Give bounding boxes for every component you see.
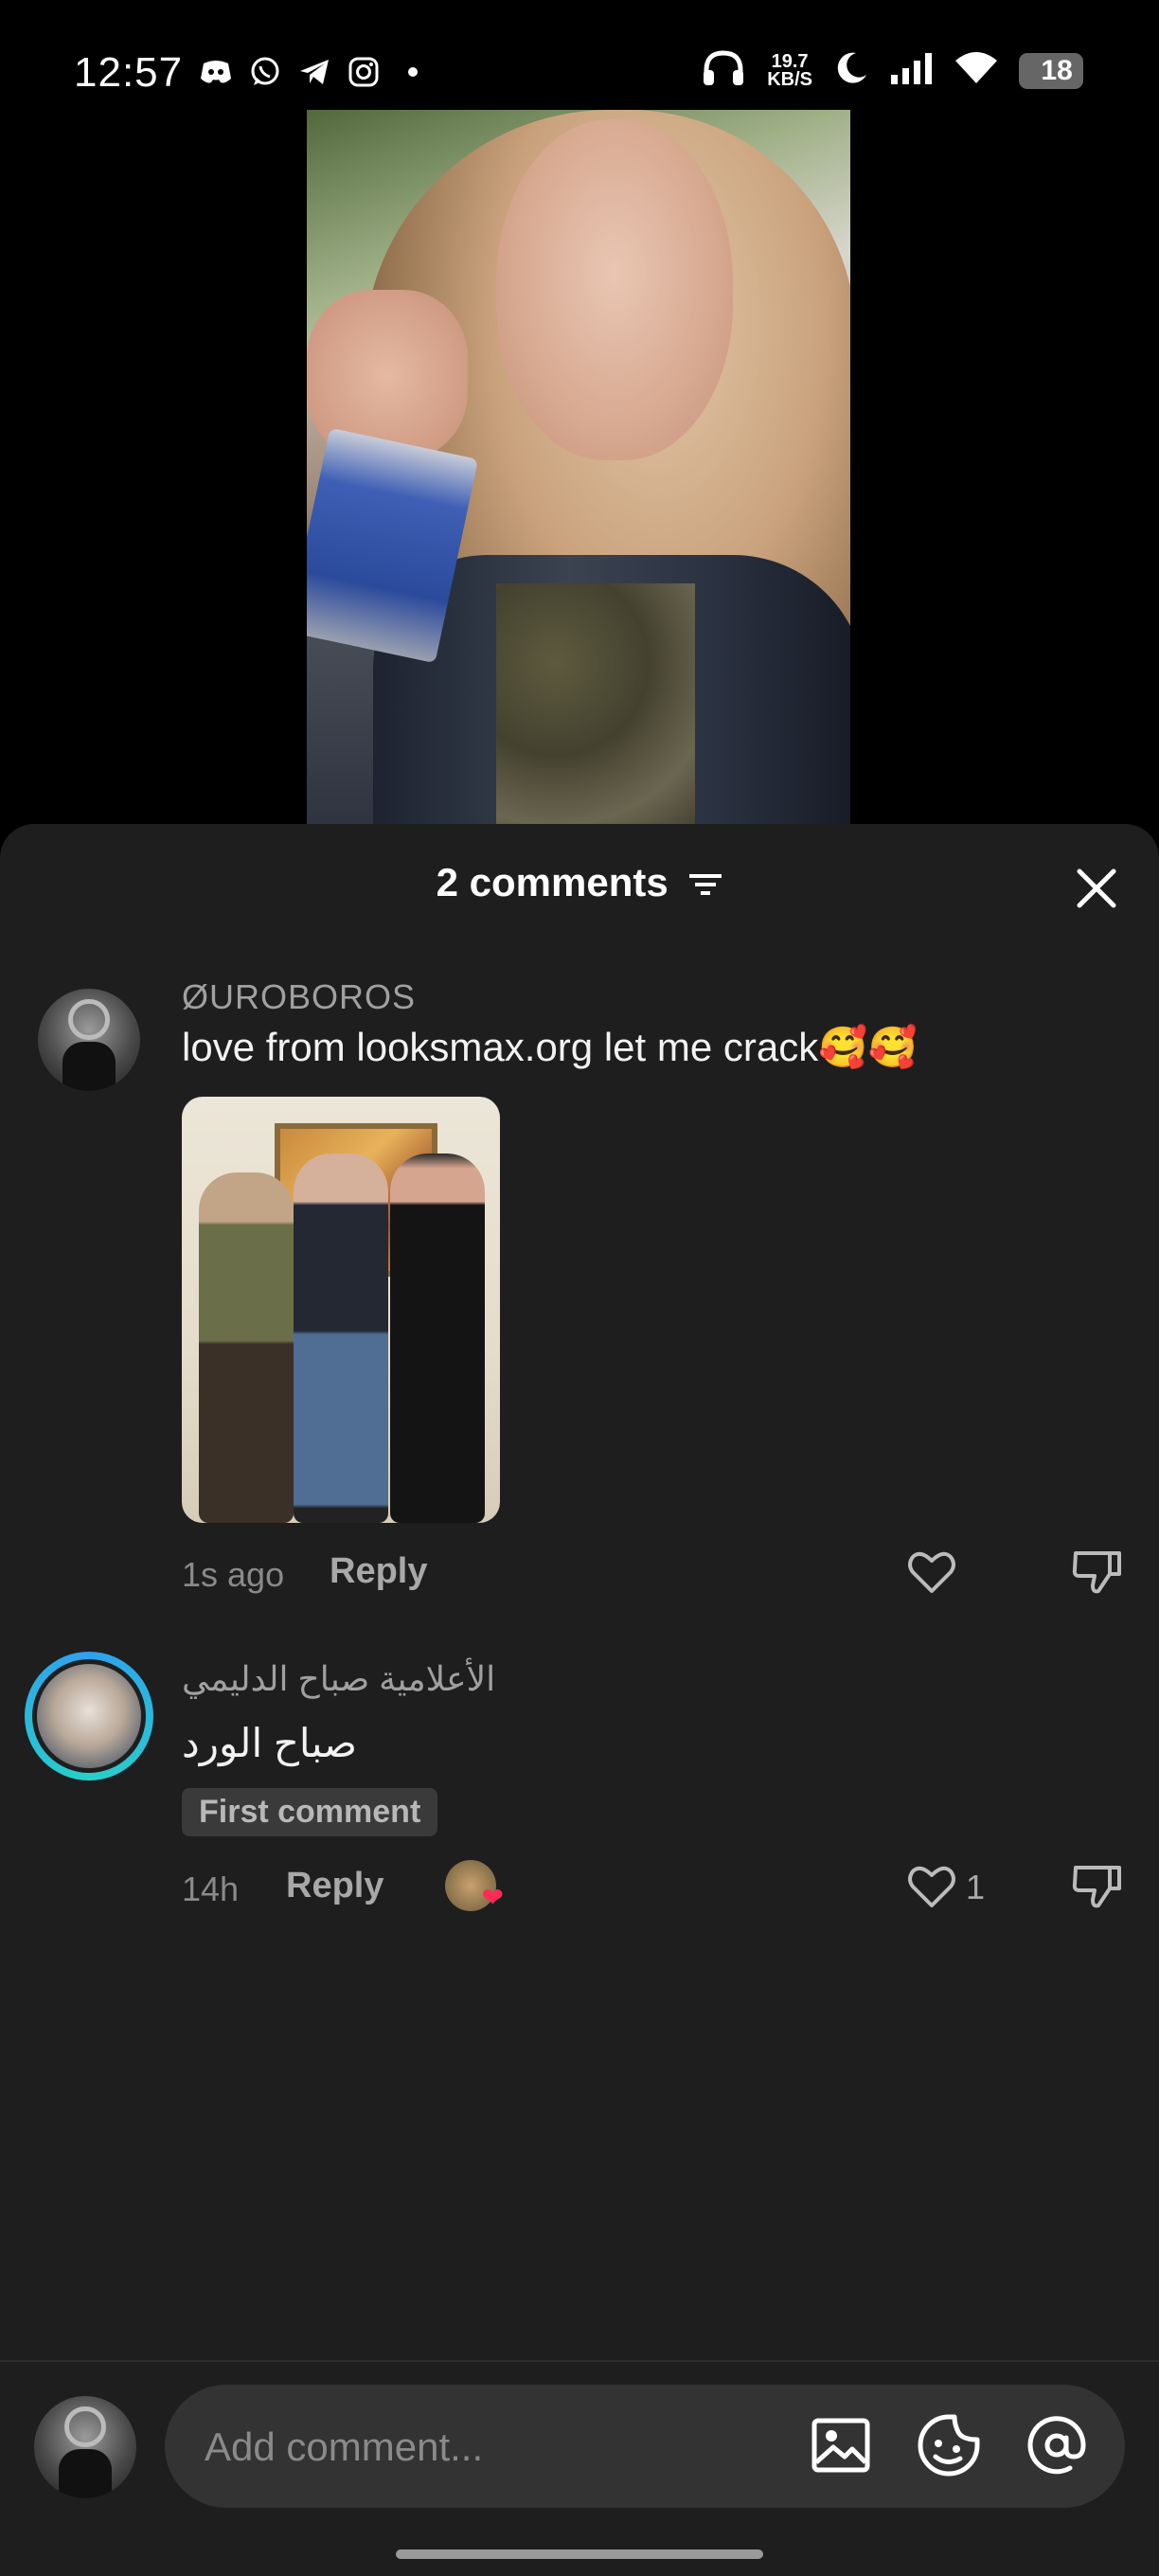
battery-icon: 18 <box>1019 52 1083 89</box>
sticker-icon[interactable] <box>915 2411 983 2479</box>
battery-level: 18 <box>1041 54 1073 86</box>
video-subject-face <box>496 119 733 460</box>
discord-icon <box>199 55 233 89</box>
headphones-icon <box>701 49 746 92</box>
creator-reaction-avatar: ❤ <box>445 1860 504 1912</box>
dislike-icon[interactable] <box>1070 1546 1123 1599</box>
image-figure-left <box>199 1172 294 1523</box>
system-icons: 19.7 KB/S 18 <box>701 49 1083 92</box>
first-comment-badge: First comment <box>182 1788 438 1836</box>
comments-sheet <box>0 824 1159 2576</box>
video-preview[interactable] <box>307 110 850 830</box>
comments-count: 2 comments <box>436 860 669 904</box>
whatsapp-icon <box>248 55 282 89</box>
reply-button[interactable]: Reply <box>286 1866 383 1906</box>
reaction-heart-icon: ❤ <box>481 1883 504 1912</box>
filter-icon[interactable] <box>688 863 722 908</box>
video-subject-shirt <box>496 583 695 830</box>
like-count: 1 <box>966 1868 986 1906</box>
clock: 12:57 <box>74 49 184 96</box>
heart-icon[interactable] <box>905 1546 958 1599</box>
avatar-figure <box>62 1042 116 1091</box>
comment-text: صباح الورد <box>182 1721 358 1765</box>
image-figure-right <box>390 1154 485 1523</box>
reply-button[interactable]: Reply <box>330 1551 427 1592</box>
comment-username[interactable]: الأعلامية صباح الدليمي <box>182 1659 495 1699</box>
dislike-icon[interactable] <box>1070 1860 1123 1913</box>
moon-icon <box>833 50 869 91</box>
my-avatar <box>34 2396 136 2498</box>
avatar-ring-detail <box>68 998 110 1040</box>
avatar[interactable] <box>38 989 140 1091</box>
comment-image[interactable] <box>182 1097 500 1523</box>
dot-icon <box>396 55 430 89</box>
avatar <box>32 1659 146 1773</box>
instagram-icon <box>347 55 381 89</box>
comment-username[interactable]: ØUROBOROS <box>182 977 416 1017</box>
avatar-figure <box>58 2449 113 2498</box>
image-figure-middle <box>294 1154 388 1523</box>
comment-input-placeholder[interactable]: Add comment... <box>205 2424 483 2470</box>
notification-icons <box>199 55 430 89</box>
heart-icon[interactable] <box>905 1860 958 1913</box>
comment-text: love from looksmax.org let me crack🥰🥰 <box>182 1025 918 1069</box>
net-speed-value: 19.7 <box>771 50 809 72</box>
close-icon[interactable] <box>1070 862 1123 915</box>
comments-header: 2 comments <box>0 860 1159 908</box>
image-icon[interactable] <box>807 2411 875 2479</box>
signal-icon <box>890 52 934 89</box>
avatar-ring-detail <box>64 2406 106 2447</box>
home-indicator[interactable] <box>396 2549 763 2559</box>
comment-timestamp: 1s ago <box>182 1555 285 1594</box>
wifi-icon <box>954 51 998 90</box>
net-speed: 19.7 KB/S <box>767 50 812 90</box>
comment-timestamp: 14h <box>182 1869 240 1908</box>
composer-divider <box>0 2360 1159 2362</box>
telegram-icon <box>297 55 331 89</box>
net-speed-unit: KB/S <box>767 68 812 90</box>
avatar-story-ring[interactable] <box>25 1652 153 1780</box>
mention-icon[interactable] <box>1023 2411 1091 2479</box>
